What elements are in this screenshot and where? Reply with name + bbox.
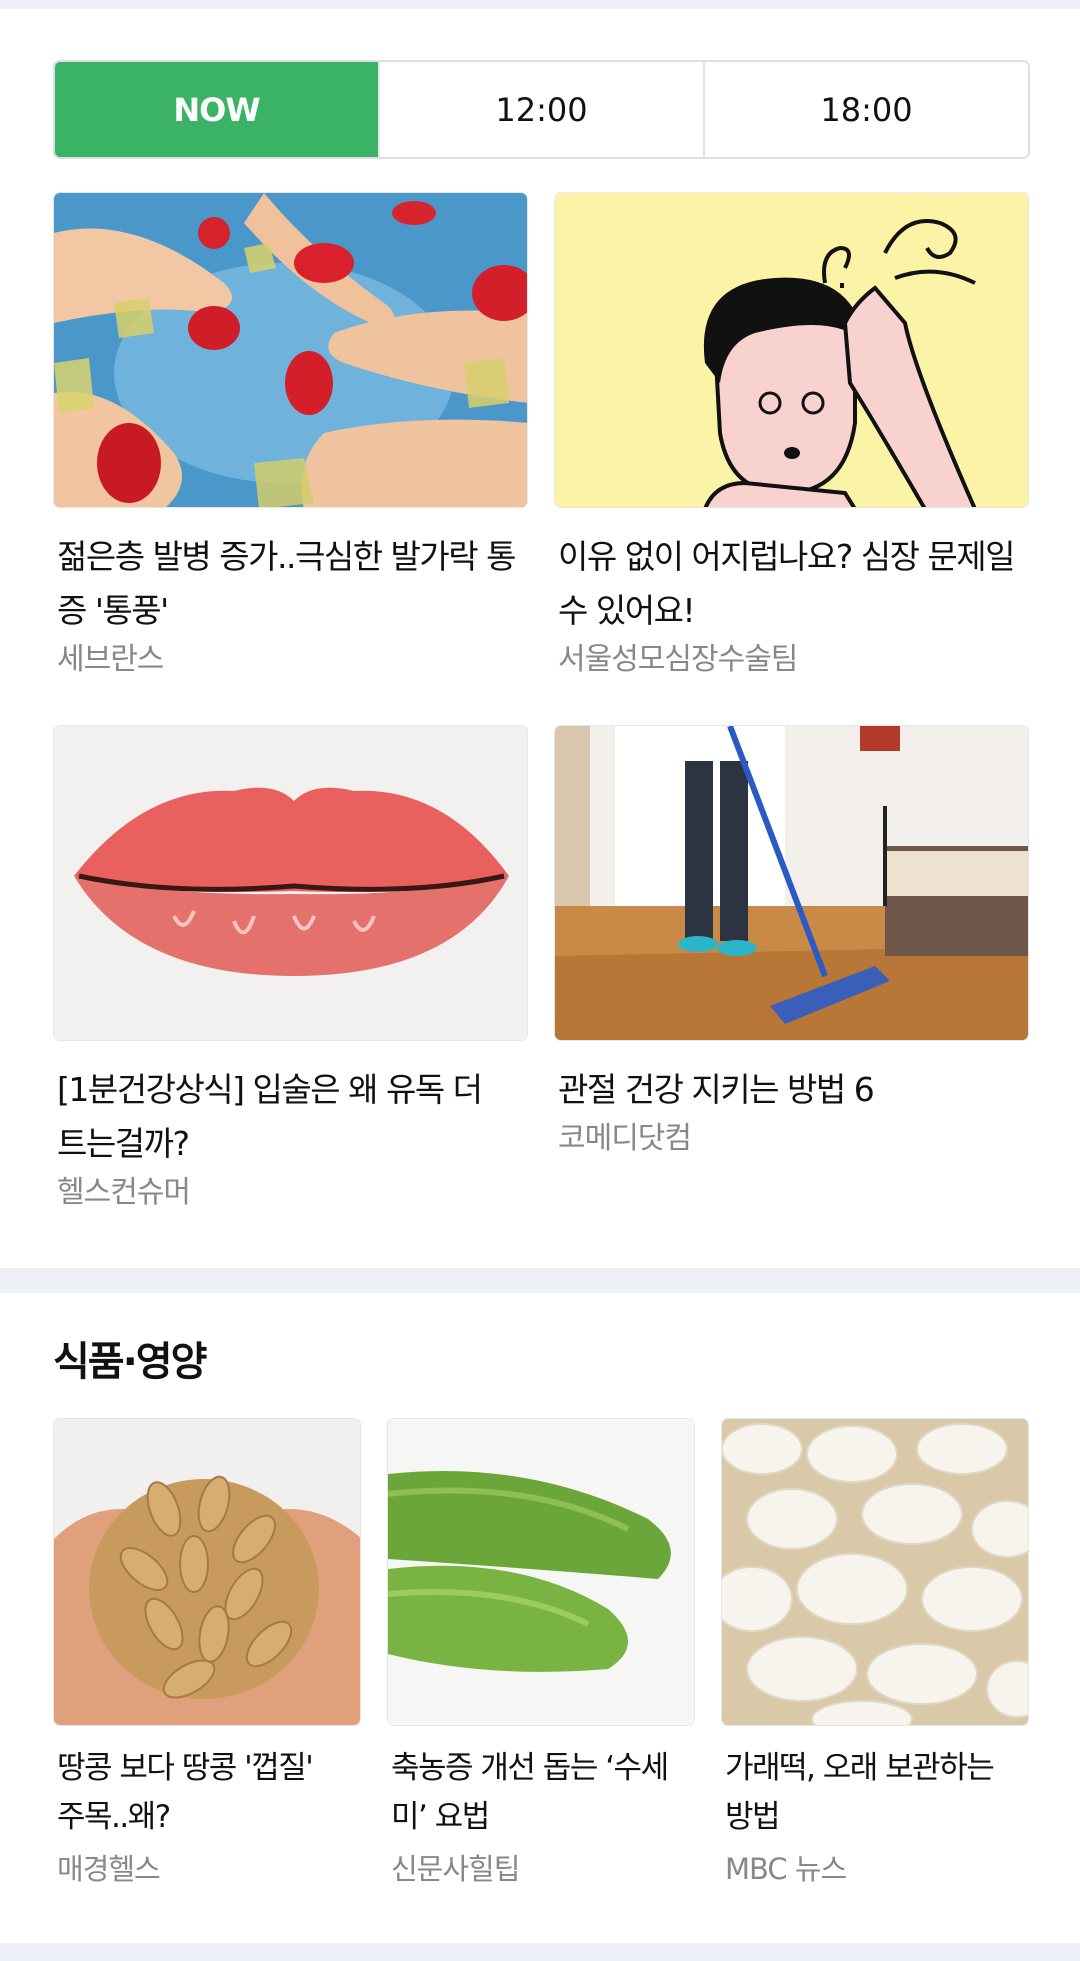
news-source: 코메디닷컴 xyxy=(558,1121,692,1156)
news-title[interactable]: 이유 없이 어지럽나요? 심장 문제일 수 있어요! xyxy=(554,530,1029,638)
news-section: NOW 12:00 18:00 젊은층 발병 증가..극심한 발가락 통증 '통… xyxy=(0,9,1080,1268)
news-card[interactable]: 젊은층 발병 증가..극심한 발가락 통증 '통풍' 세브란스 xyxy=(53,192,528,682)
section-title: 식품·영양 xyxy=(53,1339,207,1385)
news-card[interactable]: 이유 없이 어지럽나요? 심장 문제일 수 있어요! 서울성모심장수술팀 xyxy=(554,192,1029,682)
mopping-floor-image[interactable] xyxy=(554,725,1029,1041)
news-source: 세브란스 xyxy=(57,642,164,677)
gout-feet-image[interactable] xyxy=(53,192,528,508)
tab-now[interactable]: NOW xyxy=(55,62,378,157)
food-card[interactable]: 가래떡, 오래 보관하는 방법 MBC 뉴스 xyxy=(721,1418,1029,1890)
news-card[interactable]: 관절 건강 지키는 방법 6 코메디닷컴 xyxy=(554,725,1029,1161)
chapped-lips-image[interactable] xyxy=(53,725,528,1041)
food-source: 매경헬스 xyxy=(57,1852,161,1886)
news-title[interactable]: 젊은층 발병 증가..극심한 발가락 통증 '통풍' xyxy=(53,530,528,638)
news-source: 서울성모심장수술팀 xyxy=(558,642,798,677)
news-source: 헬스컨슈머 xyxy=(57,1175,191,1210)
food-title[interactable]: 가래떡, 오래 보관하는 방법 xyxy=(721,1744,1029,1842)
dizzy-person-image[interactable] xyxy=(554,192,1029,508)
time-tabs: NOW 12:00 18:00 xyxy=(53,60,1030,159)
bottom-band xyxy=(0,1943,1080,1961)
rice-cake-image[interactable] xyxy=(721,1418,1029,1726)
food-card[interactable]: 땅콩 보다 땅콩 '껍질' 주목..왜? 매경헬스 xyxy=(53,1418,361,1890)
loofah-image[interactable] xyxy=(387,1418,695,1726)
food-title[interactable]: 땅콩 보다 땅콩 '껍질' 주목..왜? xyxy=(53,1744,361,1842)
tab-1200[interactable]: 12:00 xyxy=(378,62,703,157)
tab-1800[interactable]: 18:00 xyxy=(703,62,1028,157)
peanuts-image[interactable] xyxy=(53,1418,361,1726)
food-card[interactable]: 축농증 개선 돕는 ‘수세미’ 요법 신문사힐팁 xyxy=(387,1418,695,1890)
news-title[interactable]: [1분건강상식] 입술은 왜 유독 더 트는걸까? xyxy=(53,1063,528,1171)
food-title[interactable]: 축농증 개선 돕는 ‘수세미’ 요법 xyxy=(387,1744,695,1842)
news-card[interactable]: [1분건강상식] 입술은 왜 유독 더 트는걸까? 헬스컨슈머 xyxy=(53,725,528,1215)
news-title[interactable]: 관절 건강 지키는 방법 6 xyxy=(554,1063,1029,1117)
food-nutrition-section: 식품·영양 땅콩 보다 땅콩 '껍질' 주목..왜? 매경헬스 축농증 개선 돕… xyxy=(0,1293,1080,1943)
top-band xyxy=(0,0,1080,9)
food-source: 신문사힐팁 xyxy=(391,1852,520,1886)
food-source: MBC 뉴스 xyxy=(725,1852,847,1886)
